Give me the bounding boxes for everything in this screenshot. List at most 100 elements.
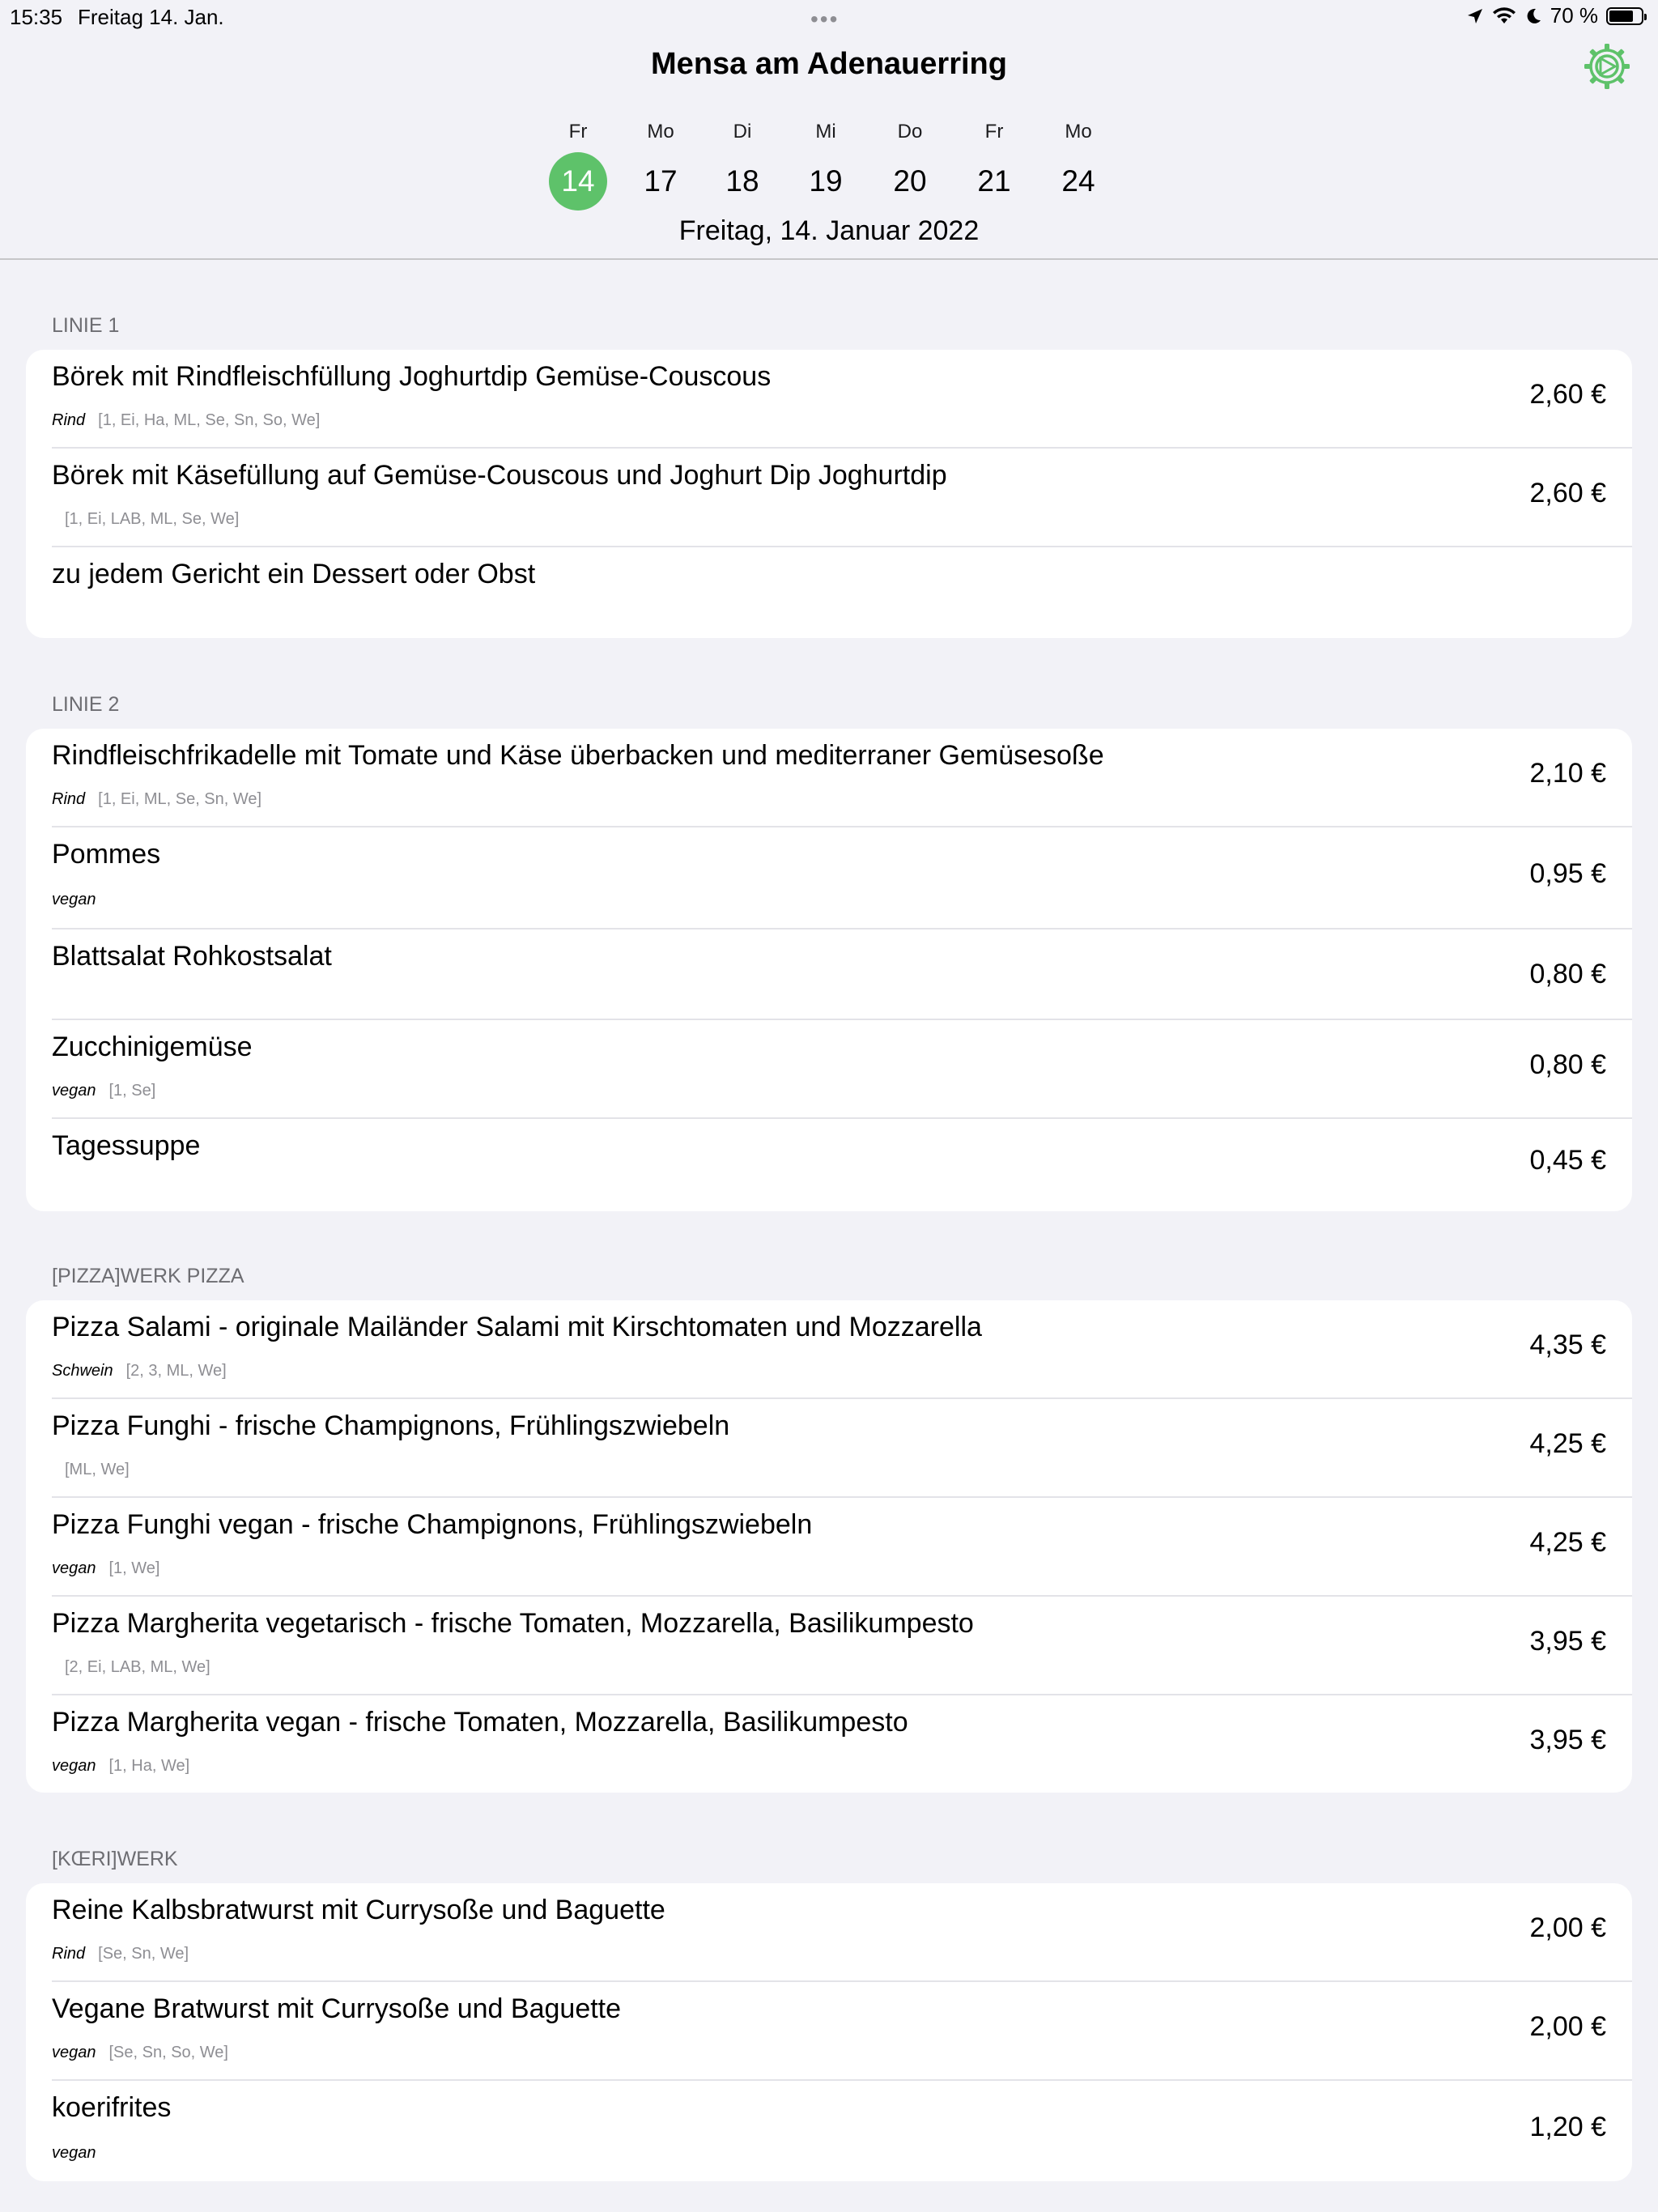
meal-allergens: [1, Ha, We] bbox=[108, 1757, 190, 1775]
meal-row[interactable]: Pizza Funghi - frische Champignons, Früh… bbox=[26, 1399, 1632, 1498]
meal-tag: vegan bbox=[52, 2144, 96, 2162]
meal-price: 0,80 € bbox=[1529, 959, 1606, 989]
weekday-label: Mo bbox=[1065, 121, 1092, 143]
weekday-label: Do bbox=[897, 121, 923, 143]
meal-row[interactable]: Tagessuppe 0,45 € bbox=[26, 1119, 1632, 1211]
day-item[interactable]: Mo 17 bbox=[628, 120, 693, 211]
status-bar: 15:35 Freitag 14. Jan. ••• 70 % bbox=[0, 0, 1658, 36]
meal-meta: Rind [Se, Sn, We] bbox=[52, 1945, 189, 1963]
meal-row[interactable]: Zucchinigemüse vegan [1, Se] 0,80 € bbox=[26, 1020, 1632, 1119]
meal-name: Vegane Bratwurst mit Currysoße und Bague… bbox=[52, 1993, 622, 2024]
meal-name: Tagessuppe bbox=[52, 1130, 201, 1161]
meal-price: 2,60 € bbox=[1529, 478, 1606, 508]
weekday-label: Mi bbox=[815, 121, 836, 143]
menu-section-card: Börek mit Rindfleischfüllung Joghurtdip … bbox=[26, 350, 1632, 638]
meal-meta: [1, Ei, LAB, ML, Se, We] bbox=[52, 510, 239, 529]
meal-allergens: [1, Se] bbox=[108, 1082, 156, 1100]
meal-allergens: [1, Ei, LAB, ML, Se, We] bbox=[65, 510, 240, 528]
meal-price: 4,25 € bbox=[1529, 1428, 1606, 1459]
day-number: 17 bbox=[644, 164, 678, 198]
meal-row[interactable]: Börek mit Käsefüllung auf Gemüse-Couscou… bbox=[26, 449, 1632, 547]
meal-name: Pizza Salami - originale Mailänder Salam… bbox=[52, 1312, 982, 1342]
meal-price: 2,10 € bbox=[1529, 758, 1606, 789]
multitasking-dots-icon[interactable]: ••• bbox=[810, 6, 839, 32]
meal-row[interactable]: Pizza Margherita vegan - frische Tomaten… bbox=[26, 1695, 1632, 1793]
header-divider bbox=[0, 258, 1658, 260]
meal-row[interactable]: Börek mit Rindfleischfüllung Joghurtdip … bbox=[26, 350, 1632, 449]
meal-price: 4,25 € bbox=[1529, 1527, 1606, 1558]
page-title: Mensa am Adenauerring bbox=[651, 47, 1007, 81]
meal-row[interactable]: Pommes vegan 0,95 € bbox=[26, 827, 1632, 929]
meal-allergens: [1, Ei, ML, Se, Sn, We] bbox=[98, 790, 262, 808]
day-number: 20 bbox=[893, 164, 927, 198]
meal-row[interactable]: Blattsalat Rohkostsalat 0,80 € bbox=[26, 929, 1632, 1020]
meal-name: zu jedem Gericht ein Dessert oder Obst bbox=[52, 559, 536, 589]
meal-allergens: [1, We] bbox=[108, 1559, 160, 1577]
meal-meta: [2, Ei, LAB, ML, We] bbox=[52, 1658, 210, 1677]
meal-allergens: [Se, Sn, So, We] bbox=[108, 2044, 228, 2061]
meal-price: 1,20 € bbox=[1529, 2112, 1606, 2142]
settings-gear-icon[interactable] bbox=[1583, 42, 1631, 91]
menu-section-card: Reine Kalbsbratwurst mit Currysoße und B… bbox=[26, 1883, 1632, 2181]
meal-name: Pizza Margherita vegetarisch - frische T… bbox=[52, 1608, 974, 1639]
meal-row[interactable]: koerifrites vegan 1,20 € bbox=[26, 2081, 1632, 2181]
day-item[interactable]: Mo 24 bbox=[1046, 120, 1111, 211]
meal-meta: vegan bbox=[52, 2144, 109, 2163]
meal-name: Börek mit Rindfleischfüllung Joghurtdip … bbox=[52, 361, 772, 392]
day-item[interactable]: Fr 14 bbox=[546, 120, 610, 211]
meal-name: Rindfleischfrikadelle mit Tomate und Käs… bbox=[52, 740, 1104, 771]
day-item[interactable]: Fr 21 bbox=[962, 120, 1027, 211]
meal-allergens: [Se, Sn, We] bbox=[98, 1945, 189, 1963]
menu-section-card: Pizza Salami - originale Mailänder Salam… bbox=[26, 1300, 1632, 1793]
status-indicators: 70 % bbox=[1466, 3, 1647, 28]
meal-row[interactable]: Pizza Margherita vegetarisch - frische T… bbox=[26, 1597, 1632, 1695]
meal-row[interactable]: Pizza Salami - originale Mailänder Salam… bbox=[26, 1300, 1632, 1399]
meal-tag: vegan bbox=[52, 2044, 96, 2061]
weekday-label: Fr bbox=[984, 121, 1004, 143]
meal-price: 2,00 € bbox=[1529, 2011, 1606, 2042]
meal-name: Pizza Funghi vegan - frische Champignons… bbox=[52, 1509, 813, 1540]
day-number: 14 bbox=[549, 152, 607, 211]
meal-row[interactable]: Vegane Bratwurst mit Currysoße und Bague… bbox=[26, 1982, 1632, 2081]
meal-name: Pommes bbox=[52, 839, 161, 870]
status-time: 15:35 bbox=[10, 5, 63, 29]
selected-date: Freitag, 14. Januar 2022 bbox=[678, 215, 980, 246]
meal-meta: vegan [1, Se] bbox=[52, 1082, 155, 1100]
battery-percentage: 70 % bbox=[1550, 3, 1598, 28]
location-icon bbox=[1467, 8, 1482, 23]
meal-tag: vegan bbox=[52, 1757, 96, 1775]
meal-tag: vegan bbox=[52, 891, 96, 908]
meal-row[interactable]: Rindfleischfrikadelle mit Tomate und Käs… bbox=[26, 729, 1632, 827]
meal-allergens: [2, 3, ML, We] bbox=[125, 1362, 227, 1380]
meal-tag: Rind bbox=[52, 1945, 86, 1963]
meal-tag: vegan bbox=[52, 1559, 96, 1577]
meal-meta: Rind [1, Ei, ML, Se, Sn, We] bbox=[52, 790, 261, 809]
meal-meta: [ML, We] bbox=[52, 1461, 130, 1479]
day-number: 18 bbox=[725, 164, 759, 198]
weekday-label: Fr bbox=[568, 121, 588, 143]
wifi-icon bbox=[1492, 6, 1516, 23]
meal-price: 0,45 € bbox=[1529, 1145, 1606, 1176]
meal-meta: Rind [1, Ei, Ha, ML, Se, Sn, So, We] bbox=[52, 411, 320, 430]
meal-meta: vegan [1, Ha, We] bbox=[52, 1757, 189, 1776]
day-item[interactable]: Do 20 bbox=[878, 120, 942, 211]
section-header: [KŒRI]WERK bbox=[52, 1848, 178, 1870]
section-header: LINIE 1 bbox=[52, 314, 120, 337]
day-item[interactable]: Di 18 bbox=[710, 120, 775, 211]
meal-name: koerifrites bbox=[52, 2092, 172, 2123]
meal-row[interactable]: Pizza Funghi vegan - frische Champignons… bbox=[26, 1498, 1632, 1597]
meal-allergens: [2, Ei, LAB, ML, We] bbox=[65, 1658, 210, 1676]
meal-row[interactable]: zu jedem Gericht ein Dessert oder Obst bbox=[26, 547, 1632, 638]
meal-tag: vegan bbox=[52, 1082, 96, 1100]
meal-row[interactable]: Reine Kalbsbratwurst mit Currysoße und B… bbox=[26, 1883, 1632, 1982]
meal-allergens: [ML, We] bbox=[65, 1461, 130, 1478]
day-number: 24 bbox=[1061, 164, 1095, 198]
day-number: 21 bbox=[977, 164, 1011, 198]
day-item[interactable]: Mi 19 bbox=[793, 120, 858, 211]
day-number: 19 bbox=[809, 164, 843, 198]
meal-tag: Schwein bbox=[52, 1362, 113, 1380]
meal-meta: vegan bbox=[52, 891, 109, 909]
meal-price: 0,95 € bbox=[1529, 858, 1606, 889]
meal-price: 3,95 € bbox=[1529, 1725, 1606, 1755]
meal-allergens: [1, Ei, Ha, ML, Se, Sn, So, We] bbox=[98, 411, 321, 429]
